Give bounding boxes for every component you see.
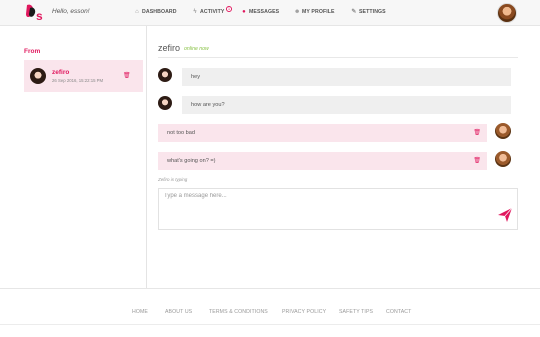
footer-link-safety[interactable]: SAFETY TIPS xyxy=(339,309,373,315)
typing-indicator: Zefiro is typing xyxy=(158,177,188,182)
message-text: what's going on? =) xyxy=(167,158,216,164)
nav-activity[interactable]: ϟ ACTIVITY xyxy=(192,9,224,15)
footer-link-home[interactable]: HOME xyxy=(132,309,148,315)
activity-badge: 1 xyxy=(226,6,232,12)
message-incoming: how are you? xyxy=(182,96,511,114)
footer-bottom-divider xyxy=(0,324,540,325)
nav-label: SETTINGS xyxy=(359,9,386,15)
top-bar: s Hello, esson! ⌂ DASHBOARD ϟ ACTIVITY 1… xyxy=(0,0,540,26)
message-text: hey xyxy=(191,74,201,80)
footer-link-terms[interactable]: TERMS & CONDITIONS xyxy=(209,309,268,315)
footer-link-about[interactable]: ABOUT US xyxy=(165,309,192,315)
logo-icon[interactable]: s xyxy=(24,3,46,23)
conversation-item[interactable]: zefiro 26 Sep 2016, 15:22:15 PM 🗑 xyxy=(24,60,143,92)
user-icon: ☻ xyxy=(294,9,301,15)
divider xyxy=(158,57,518,58)
bolt-icon: ϟ xyxy=(193,9,197,15)
trash-icon[interactable]: 🗑 xyxy=(473,130,481,136)
footer-link-contact[interactable]: CONTACT xyxy=(386,309,411,315)
nav-settings[interactable]: ✎ SETTINGS xyxy=(351,9,386,15)
avatar xyxy=(495,151,511,167)
online-status: online now xyxy=(184,46,209,52)
conversation-date: 26 Sep 2016, 15:22:15 PM xyxy=(52,78,104,83)
user-avatar[interactable] xyxy=(497,3,517,23)
home-icon: ⌂ xyxy=(135,9,139,15)
nav-messages[interactable]: ● MESSAGES xyxy=(241,9,279,15)
wrench-icon: ✎ xyxy=(351,9,357,15)
message-outgoing: not too bad 🗑 xyxy=(158,124,487,142)
message-input[interactable] xyxy=(164,193,464,199)
nav-label: MESSAGES xyxy=(249,9,280,15)
trash-icon[interactable]: 🗑 xyxy=(123,73,131,79)
svg-text:s: s xyxy=(36,9,43,23)
greeting-text: Hello, esson! xyxy=(52,8,90,15)
nav-my-profile[interactable]: ☻ MY PROFILE xyxy=(294,9,335,15)
message-text: not too bad xyxy=(167,130,195,136)
message-compose xyxy=(158,188,518,230)
trash-icon[interactable]: 🗑 xyxy=(473,158,481,164)
message-incoming: hey xyxy=(182,68,511,86)
message-text: how are you? xyxy=(191,102,225,108)
footer-divider xyxy=(0,288,540,289)
send-icon[interactable] xyxy=(497,207,513,223)
footer-link-privacy[interactable]: PRIVACY POLICY xyxy=(282,309,326,315)
chat-icon: ● xyxy=(242,9,246,15)
conversation-name: zefiro xyxy=(52,69,70,76)
nav-label: MY PROFILE xyxy=(302,9,335,15)
avatar xyxy=(158,96,172,110)
chat-contact-name: zefiro xyxy=(158,43,181,53)
sidebar-heading: From xyxy=(24,48,41,55)
avatar xyxy=(30,68,46,84)
message-outgoing: what's going on? =) 🗑 xyxy=(158,152,487,170)
nav-label: DASHBOARD xyxy=(142,9,177,15)
nav-label: ACTIVITY xyxy=(200,9,225,15)
nav-dashboard[interactable]: ⌂ DASHBOARD xyxy=(134,9,177,15)
avatar xyxy=(495,123,511,139)
avatar xyxy=(158,68,172,82)
